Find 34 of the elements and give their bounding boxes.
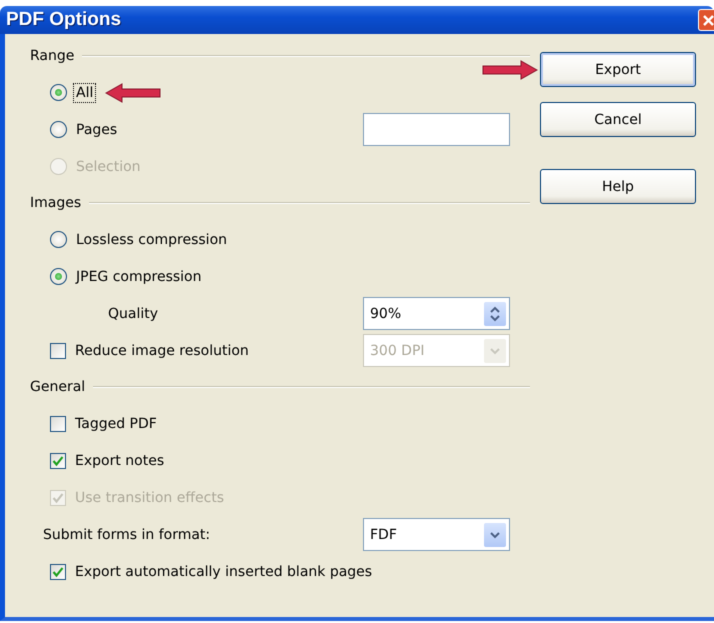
spin-field[interactable]: 90%: [363, 297, 510, 330]
checkbox[interactable]: [50, 342, 66, 358]
radio-button[interactable]: [50, 268, 67, 285]
radio-button[interactable]: [50, 84, 67, 101]
section-heading: General: [30, 379, 86, 395]
radio-button[interactable]: [50, 121, 67, 138]
option-label: Export automatically inserted blank pages: [74, 562, 374, 582]
field-label: Submit forms in format:: [42, 526, 212, 544]
window-title: PDF Options: [6, 9, 122, 31]
checkbox[interactable]: [50, 564, 66, 580]
option-label: Lossless compression: [75, 230, 228, 250]
dialog-button[interactable]: Export: [540, 52, 696, 87]
pages-field[interactable]: [363, 113, 510, 146]
dropdown[interactable]: FDF: [363, 518, 510, 551]
spin-arrows-icon[interactable]: [490, 306, 500, 322]
option-label: JPEG compression: [74, 268, 202, 286]
option-label: Tagged PDF: [74, 414, 158, 434]
option-label: Use transition effects: [74, 488, 226, 508]
close-icon: [700, 13, 714, 27]
section-heading: Images: [30, 195, 82, 211]
checkbox[interactable]: [50, 416, 66, 432]
option-label: All: [73, 82, 96, 102]
option-label: Export notes: [74, 452, 166, 470]
chevron-down-icon[interactable]: [490, 530, 500, 538]
dialog-button[interactable]: Cancel: [540, 102, 696, 137]
field-label: Quality: [107, 304, 160, 324]
option-label: Pages: [75, 120, 118, 140]
dialog-button[interactable]: Help: [540, 169, 696, 204]
section-heading: Range: [30, 48, 74, 64]
option-label: Reduce image resolution: [74, 342, 250, 360]
option-label: Selection: [75, 158, 142, 176]
close-button[interactable]: [698, 9, 714, 31]
radio-button[interactable]: [50, 231, 67, 248]
checkbox[interactable]: [50, 452, 66, 468]
